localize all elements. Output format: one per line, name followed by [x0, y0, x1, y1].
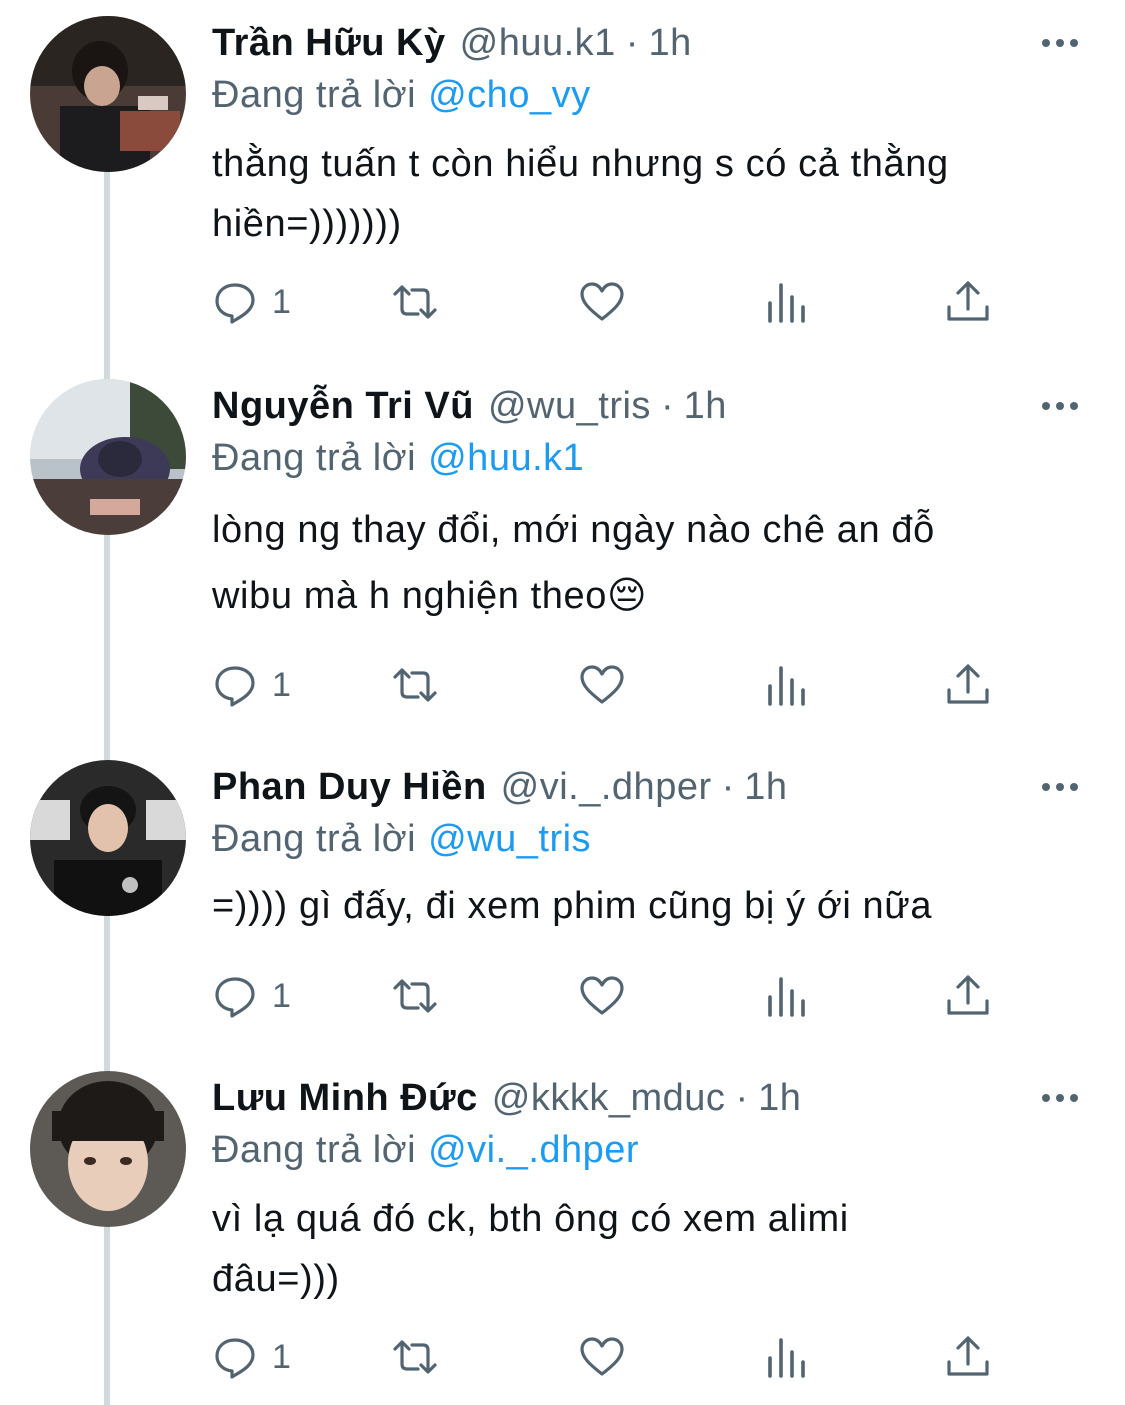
heart-icon	[580, 976, 624, 1015]
display-name[interactable]: Phan Duy Hiền	[212, 760, 487, 814]
tweet-text: lòng ng thay đổi, mới ngày nào chê an đỗ…	[212, 509, 935, 617]
analytics-button[interactable]	[764, 655, 810, 715]
tweet-text: vì lạ quá đó ck, bth ông có xem alimi đâ…	[212, 1198, 849, 1300]
more-dots-icon	[1042, 39, 1078, 47]
bar-chart-icon	[768, 283, 805, 323]
replying-to-label: Đang trả lời	[212, 818, 417, 860]
retweet-icon	[393, 285, 437, 319]
retweet-button[interactable]	[392, 966, 438, 1026]
share-upload-icon	[947, 281, 989, 321]
avatar[interactable]	[30, 1071, 186, 1227]
tweet-actions: 1	[212, 966, 1012, 1026]
more-options-button[interactable]	[1035, 1071, 1085, 1125]
retweet-icon	[393, 668, 437, 702]
tweet-header: Phan Duy Hiền @vi._.dhper · 1h	[212, 760, 1045, 814]
more-options-button[interactable]	[1035, 379, 1085, 433]
retweet-button[interactable]	[392, 1327, 438, 1387]
replying-to: Đang trả lời @vi._.dhper	[212, 1123, 639, 1177]
comment-bubble-icon	[215, 1338, 255, 1379]
user-handle[interactable]: @huu.k1	[460, 16, 616, 70]
reply-count: 1	[272, 1337, 291, 1376]
share-upload-icon	[947, 664, 989, 704]
like-button[interactable]	[579, 966, 625, 1026]
tweet-actions: 1	[212, 272, 1012, 332]
tweet-header: Lưu Minh Đức @kkkk_mduc · 1h	[212, 1071, 1045, 1125]
tweet-text: =)))) gì đấy, đi xem phim cũng bị ý ới n…	[212, 885, 933, 927]
avatar[interactable]	[30, 379, 186, 535]
replying-to-label: Đang trả lời	[212, 1129, 417, 1171]
reply-button[interactable]: 1	[212, 272, 291, 332]
replying-to: Đang trả lời @wu_tris	[212, 812, 591, 866]
separator-dot: ·	[721, 766, 735, 808]
mention-link[interactable]: @wu_tris	[428, 818, 591, 860]
mention-link[interactable]: @vi._.dhper	[428, 1129, 639, 1171]
display-name[interactable]: Trần Hữu Kỳ	[212, 16, 446, 70]
separator-dot: ·	[625, 22, 639, 64]
timestamp[interactable]: 1h	[684, 379, 727, 433]
tweet-text: thằng tuấn t còn hiểu nhưng s có cả thằn…	[212, 143, 949, 245]
like-button[interactable]	[579, 1327, 625, 1387]
mention-link[interactable]: @huu.k1	[428, 437, 584, 479]
avatar[interactable]	[30, 16, 186, 172]
mention-link[interactable]: @cho_vy	[428, 74, 590, 116]
bar-chart-icon	[768, 1338, 805, 1378]
more-dots-icon	[1042, 1094, 1078, 1102]
user-handle[interactable]: @vi._.dhper	[501, 760, 712, 814]
tweet-header: Trần Hữu Kỳ @huu.k1 · 1h	[212, 16, 1045, 70]
replying-to-label: Đang trả lời	[212, 437, 417, 479]
share-button[interactable]	[945, 1327, 991, 1387]
replying-to: Đang trả lời @huu.k1	[212, 431, 584, 485]
retweet-button[interactable]	[392, 272, 438, 332]
share-upload-icon	[947, 975, 989, 1015]
reply-button[interactable]: 1	[212, 1327, 291, 1387]
bar-chart-icon	[768, 666, 805, 706]
reply-button[interactable]: 1	[212, 966, 291, 1026]
analytics-button[interactable]	[764, 272, 810, 332]
replying-to: Đang trả lời @cho_vy	[212, 68, 591, 122]
like-button[interactable]	[579, 272, 625, 332]
retweet-button[interactable]	[392, 655, 438, 715]
tweet-actions: 1	[212, 1327, 1012, 1387]
heart-icon	[580, 665, 624, 704]
timestamp[interactable]: 1h	[758, 1071, 801, 1125]
reply-button[interactable]: 1	[212, 655, 291, 715]
retweet-icon	[393, 1340, 437, 1374]
more-options-button[interactable]	[1035, 16, 1085, 70]
more-options-button[interactable]	[1035, 760, 1085, 814]
like-button[interactable]	[579, 655, 625, 715]
heart-icon	[580, 1337, 624, 1376]
user-handle[interactable]: @kkkk_mduc	[492, 1071, 726, 1125]
separator-dot: ·	[660, 385, 674, 427]
analytics-button[interactable]	[764, 966, 810, 1026]
display-name[interactable]: Nguyễn Tri Vũ	[212, 379, 474, 433]
separator-dot: ·	[735, 1077, 749, 1119]
timestamp[interactable]: 1h	[648, 16, 691, 70]
comment-bubble-icon	[215, 977, 255, 1018]
analytics-button[interactable]	[764, 1327, 810, 1387]
user-handle[interactable]: @wu_tris	[488, 379, 651, 433]
share-upload-icon	[947, 1336, 989, 1376]
reply-count: 1	[272, 976, 291, 1015]
share-button[interactable]	[945, 272, 991, 332]
tweet-actions: 1	[212, 655, 1012, 715]
reply-count: 1	[272, 282, 291, 321]
avatar[interactable]	[30, 760, 186, 916]
comment-bubble-icon	[215, 666, 255, 707]
comment-bubble-icon	[215, 283, 255, 324]
bar-chart-icon	[768, 977, 805, 1017]
heart-icon	[580, 282, 624, 321]
more-dots-icon	[1042, 783, 1078, 791]
more-dots-icon	[1042, 402, 1078, 410]
share-button[interactable]	[945, 966, 991, 1026]
share-button[interactable]	[945, 655, 991, 715]
retweet-icon	[393, 979, 437, 1013]
reply-count: 1	[272, 665, 291, 704]
tweet-header: Nguyễn Tri Vũ @wu_tris · 1h	[212, 379, 1045, 433]
display-name[interactable]: Lưu Minh Đức	[212, 1071, 478, 1125]
timestamp[interactable]: 1h	[744, 760, 787, 814]
replying-to-label: Đang trả lời	[212, 74, 417, 116]
